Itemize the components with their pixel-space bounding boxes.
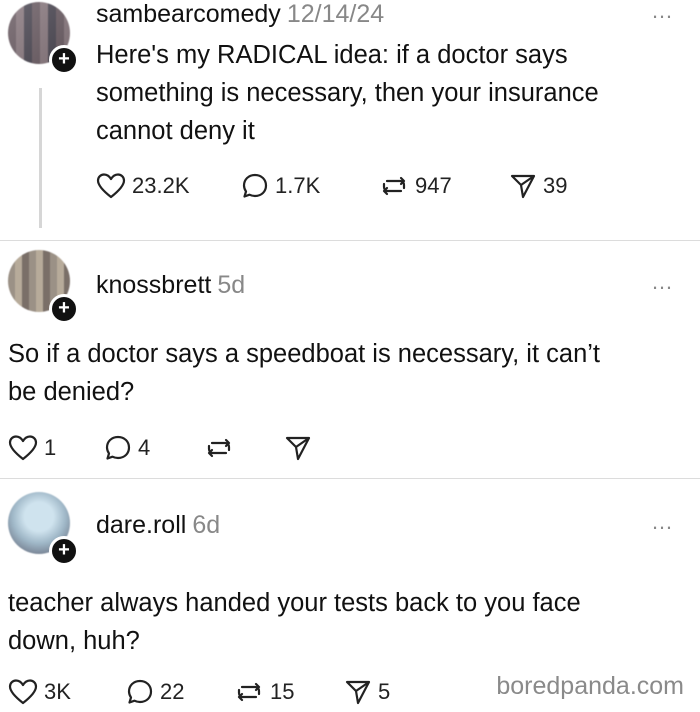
post-text: teacher always handed your tests back to… bbox=[8, 584, 581, 660]
post-actions: 1 4 bbox=[8, 434, 312, 462]
follow-plus-icon[interactable]: + bbox=[49, 294, 79, 324]
repost-count: 15 bbox=[270, 679, 295, 704]
comment-icon bbox=[242, 173, 268, 198]
timestamp: 5d bbox=[217, 271, 246, 299]
like-count: 3K bbox=[44, 679, 71, 704]
repost-icon bbox=[207, 438, 231, 458]
post-text-line: Here's my RADICAL idea: if a doctor says bbox=[96, 41, 568, 69]
share-button[interactable]: 39 bbox=[509, 172, 567, 200]
heart-icon bbox=[8, 679, 38, 705]
username[interactable]: knossbrett bbox=[96, 271, 211, 299]
reply-count: 1.7K bbox=[275, 173, 321, 198]
heart-icon bbox=[8, 435, 38, 461]
heart-icon bbox=[96, 173, 126, 199]
share-count: 39 bbox=[543, 173, 568, 198]
more-options-icon[interactable]: … bbox=[651, 511, 674, 533]
comment-icon bbox=[127, 679, 153, 704]
reply-button[interactable]: 22 bbox=[126, 678, 234, 706]
timestamp: 12/14/24 bbox=[286, 0, 385, 28]
reply-button[interactable]: 1.7K bbox=[241, 172, 379, 200]
username[interactable]: dare.roll bbox=[96, 511, 186, 539]
comment-icon bbox=[105, 435, 131, 460]
post-header: knossbrett 5d bbox=[96, 271, 245, 300]
like-count: 23.2K bbox=[132, 173, 190, 198]
repost-count: 947 bbox=[415, 173, 452, 198]
share-icon bbox=[345, 680, 371, 705]
post-header: sambearcomedy 12/14/24 bbox=[96, 0, 384, 29]
post-text-line: down, huh? bbox=[8, 627, 140, 655]
post-knossbrett: + knossbrett 5d … So if a doctor says a s… bbox=[0, 241, 700, 478]
post-text-line: something is necessary, then your insura… bbox=[96, 79, 599, 107]
like-count: 1 bbox=[44, 435, 57, 460]
post-text: So if a doctor says a speedboat is neces… bbox=[8, 335, 600, 411]
follow-plus-icon[interactable]: + bbox=[49, 536, 79, 566]
like-button[interactable]: 3K bbox=[8, 678, 126, 706]
watermark: boredpanda.com bbox=[496, 672, 684, 700]
share-icon bbox=[285, 436, 311, 461]
post-sambearcomedy: + sambearcomedy 12/14/24 … Here's my RADI… bbox=[0, 0, 700, 240]
repost-icon bbox=[382, 176, 406, 196]
share-button[interactable]: 5 bbox=[344, 678, 390, 706]
repost-button[interactable]: 947 bbox=[379, 172, 509, 200]
post-header: dare.roll 6d bbox=[96, 511, 220, 540]
post-text-line: teacher always handed your tests back to… bbox=[8, 589, 581, 617]
share-button[interactable] bbox=[284, 434, 312, 462]
post-text: Here's my RADICAL idea: if a doctor says… bbox=[96, 36, 599, 150]
timestamp: 6d bbox=[192, 511, 221, 539]
follow-plus-icon[interactable]: + bbox=[49, 45, 79, 75]
post-actions: 23.2K 1.7K 947 39 bbox=[96, 172, 567, 200]
username[interactable]: sambearcomedy bbox=[96, 0, 281, 28]
more-options-icon[interactable]: … bbox=[651, 271, 674, 293]
post-text-line: be denied? bbox=[8, 378, 135, 406]
share-icon bbox=[510, 174, 536, 199]
thread-line bbox=[39, 88, 42, 228]
reply-count: 22 bbox=[160, 679, 185, 704]
like-button[interactable]: 1 bbox=[8, 434, 104, 462]
post-actions: 3K 22 15 5 bbox=[8, 678, 390, 706]
repost-icon bbox=[237, 682, 261, 702]
post-text-line: cannot deny it bbox=[96, 117, 255, 145]
repost-button[interactable]: 15 bbox=[234, 678, 344, 706]
repost-button[interactable] bbox=[204, 434, 284, 462]
like-button[interactable]: 23.2K bbox=[96, 172, 241, 200]
reply-count: 4 bbox=[138, 435, 151, 460]
reply-button[interactable]: 4 bbox=[104, 434, 204, 462]
share-count: 5 bbox=[378, 679, 391, 704]
more-options-icon[interactable]: … bbox=[651, 0, 674, 22]
post-text-line: So if a doctor says a speedboat is neces… bbox=[8, 340, 601, 368]
